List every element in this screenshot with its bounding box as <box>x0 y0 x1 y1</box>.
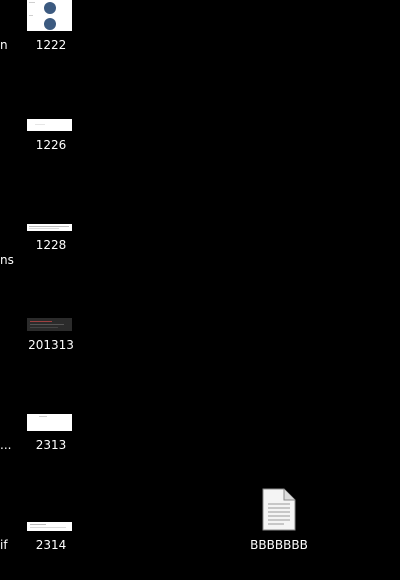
icon-label: 201313 <box>28 338 74 352</box>
desktop: n ns ... if 1222 1226 1228 201313 2313 2… <box>0 0 400 580</box>
image-thumbnail <box>27 0 72 31</box>
icon-label: 2313 <box>35 438 67 452</box>
icon-label: 1228 <box>35 238 67 252</box>
image-thumbnail <box>27 318 72 331</box>
desktop-icon-bbbbbbb[interactable]: BBBBBBB <box>228 488 330 578</box>
image-thumbnail <box>27 224 72 231</box>
icon-label: 2314 <box>35 538 67 552</box>
text-file-icon <box>262 488 296 531</box>
desktop-icon-2314[interactable]: 2314 <box>0 500 78 580</box>
desktop-icon-1222[interactable]: 1222 <box>0 0 78 90</box>
icon-label: BBBBBBB <box>250 538 308 552</box>
icon-label: 1222 <box>35 38 67 52</box>
desktop-icon-201313[interactable]: 201313 <box>0 300 78 390</box>
desktop-icon-2313[interactable]: 2313 <box>0 400 78 490</box>
image-thumbnail <box>27 119 72 131</box>
image-thumbnail <box>27 522 72 531</box>
image-thumbnail <box>27 414 72 431</box>
icon-label: 1226 <box>35 138 67 152</box>
desktop-icon-1226[interactable]: 1226 <box>0 100 78 190</box>
desktop-icon-1228[interactable]: 1228 <box>0 200 78 290</box>
